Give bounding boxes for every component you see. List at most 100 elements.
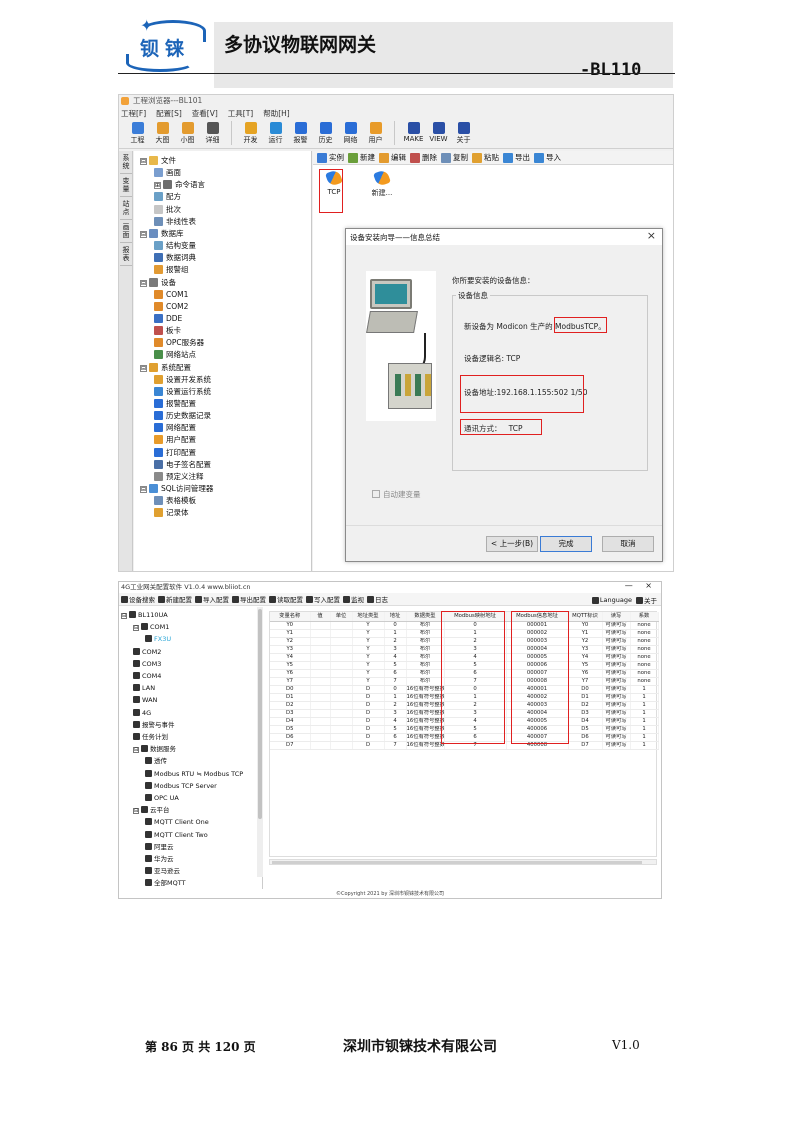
column-header[interactable]: 读写 bbox=[602, 612, 631, 622]
tree-node[interactable]: 网络配置 bbox=[154, 422, 196, 434]
device-toolbar-button[interactable]: 导入 bbox=[534, 152, 561, 163]
config-toolbar-button[interactable]: 日志 bbox=[367, 594, 388, 604]
tree-node[interactable]: 电子签名配置 bbox=[154, 459, 211, 471]
toolbar-button-small[interactable]: 小图 bbox=[175, 121, 200, 145]
auto-var-checkbox[interactable]: 自动建变量 bbox=[372, 489, 421, 500]
config-tree-node[interactable]: 报警与事件 bbox=[133, 720, 175, 731]
config-tree-node[interactable]: MQTT Client Two bbox=[145, 830, 208, 841]
tree-expander-icon[interactable]: ⊞ bbox=[154, 182, 161, 190]
toolbar-button-network[interactable]: 网络 bbox=[338, 121, 363, 145]
tree-node[interactable]: 批次 bbox=[154, 204, 181, 216]
column-header[interactable]: 数据类型 bbox=[406, 612, 445, 622]
tree-node[interactable]: 设置运行系统 bbox=[154, 386, 211, 398]
side-tab[interactable]: 报表 bbox=[120, 246, 132, 266]
menu-item[interactable]: 工程[F] bbox=[121, 108, 146, 119]
tree-node[interactable]: 配方 bbox=[154, 191, 181, 203]
config-tree-node[interactable]: ⊟ COM1 bbox=[133, 622, 169, 633]
side-tab[interactable]: 变量 bbox=[120, 177, 132, 197]
device-new[interactable]: 新建... bbox=[367, 169, 397, 198]
tree-node[interactable]: 结构变量 bbox=[154, 240, 196, 252]
toolbar-button-make[interactable]: MAKE bbox=[401, 121, 426, 143]
tree-expander-icon[interactable]: ⊟ bbox=[133, 747, 139, 754]
config-tree-node[interactable]: OPC UA bbox=[145, 793, 179, 804]
config-tree-node[interactable]: 华为云 bbox=[145, 854, 174, 865]
device-toolbar-button[interactable]: 删除 bbox=[410, 152, 437, 163]
tree-node[interactable]: ⊟ 数据库 bbox=[140, 228, 184, 240]
tree-node[interactable]: 板卡 bbox=[154, 325, 181, 337]
tree-node[interactable]: COM2 bbox=[154, 301, 188, 313]
close-icon[interactable]: × bbox=[647, 229, 656, 242]
config-toolbar-button[interactable]: 读取配置 bbox=[269, 594, 303, 604]
tree-node[interactable]: 预定义注释 bbox=[154, 471, 204, 483]
config-tree-node[interactable]: Modbus TCP Server bbox=[145, 781, 217, 792]
config-tree-node[interactable]: COM3 bbox=[133, 659, 161, 670]
toolbar-button-tools[interactable]: 工程 bbox=[125, 121, 150, 145]
side-tab[interactable]: 系统 bbox=[120, 154, 132, 174]
tree-node[interactable]: ⊟ 文件 bbox=[140, 155, 176, 167]
config-tree-node[interactable]: ⊟ BL110UA bbox=[121, 610, 168, 621]
config-tree-node[interactable]: WAN bbox=[133, 695, 157, 706]
toolbar-button-view[interactable]: VIEW bbox=[426, 121, 451, 143]
config-tree-node[interactable]: 任务计划 bbox=[133, 732, 168, 743]
menu-item[interactable]: 工具[T] bbox=[228, 108, 253, 119]
tree-node[interactable]: 非线性表 bbox=[154, 216, 196, 228]
toolbar-button-detail[interactable]: 详细 bbox=[200, 121, 225, 145]
config-tree-node[interactable]: 4G bbox=[133, 708, 151, 719]
toolbar-button-large[interactable]: 大图 bbox=[150, 121, 175, 145]
column-header[interactable]: 变量名称 bbox=[270, 612, 311, 622]
device-toolbar-button[interactable]: 编辑 bbox=[379, 152, 406, 163]
config-toolbar-button[interactable]: 导入配置 bbox=[195, 594, 229, 604]
toolbar-button-alarm[interactable]: 报警 bbox=[288, 121, 313, 145]
tree-expander-icon[interactable]: ⊟ bbox=[133, 808, 139, 815]
toolbar-button-about[interactable]: 关于 bbox=[451, 121, 476, 145]
tree-node[interactable]: 数据词典 bbox=[154, 252, 196, 264]
device-toolbar-button[interactable]: 新建 bbox=[348, 152, 375, 163]
cancel-button[interactable]: 取消 bbox=[602, 536, 654, 552]
tree-node[interactable]: 画面 bbox=[154, 167, 181, 179]
config-toolbar-button[interactable]: 新建配置 bbox=[158, 594, 192, 604]
tree-node[interactable]: 设置开发系统 bbox=[154, 374, 211, 386]
config-tree-node[interactable]: 阿里云 bbox=[145, 842, 174, 853]
toolbar-button-develop[interactable]: 开发 bbox=[238, 121, 263, 145]
config-toolbar-button[interactable]: 监视 bbox=[343, 594, 364, 604]
tree-node[interactable]: 报警配置 bbox=[154, 398, 196, 410]
window-controls[interactable]: — × bbox=[625, 582, 657, 590]
config-toolbar-button[interactable]: Language bbox=[591, 595, 632, 605]
tree-expander-icon[interactable]: ⊟ bbox=[121, 613, 127, 619]
tree-node[interactable]: DDE bbox=[154, 313, 182, 325]
tree-expander-icon[interactable]: ⊟ bbox=[140, 230, 147, 238]
side-tab[interactable]: 画面 bbox=[120, 223, 132, 243]
config-tree-node[interactable]: FX3U bbox=[145, 634, 171, 645]
config-tree-node[interactable]: 全部MQTT bbox=[145, 878, 186, 889]
config-tree-node[interactable]: ⊟ 云平台 bbox=[133, 805, 170, 816]
column-header[interactable]: 地址类型 bbox=[352, 612, 385, 622]
config-toolbar-button[interactable]: 写入配置 bbox=[306, 594, 340, 604]
tree-scrollbar[interactable] bbox=[257, 607, 263, 877]
tree-node[interactable]: ⊟ 设备 bbox=[140, 277, 176, 289]
column-header[interactable]: 值 bbox=[310, 612, 331, 622]
tree-node[interactable]: ⊞ 命令语言 bbox=[154, 179, 205, 191]
device-toolbar-button[interactable]: 复制 bbox=[441, 152, 468, 163]
config-toolbar-button[interactable]: 导出配置 bbox=[232, 594, 266, 604]
column-header[interactable]: 单位 bbox=[330, 612, 353, 622]
toolbar-button-user[interactable]: 用户 bbox=[363, 121, 388, 145]
config-tree-node[interactable]: COM2 bbox=[133, 647, 161, 658]
device-toolbar-button[interactable]: 粘贴 bbox=[472, 152, 499, 163]
tree-node[interactable]: 报警组 bbox=[154, 264, 189, 276]
grid-scrollbar[interactable] bbox=[269, 859, 657, 865]
menu-item[interactable]: 帮助[H] bbox=[263, 108, 290, 119]
config-tree-node[interactable]: LAN bbox=[133, 683, 155, 694]
config-toolbar-button[interactable]: 关于 bbox=[636, 595, 657, 605]
tree-expander-icon[interactable]: ⊟ bbox=[140, 158, 147, 165]
tree-node[interactable]: 记录体 bbox=[154, 507, 189, 519]
tree-expander-icon[interactable]: ⊟ bbox=[133, 625, 139, 632]
column-header[interactable]: 地址 bbox=[384, 612, 407, 622]
tree-node[interactable]: 表格模板 bbox=[154, 495, 196, 507]
side-tab[interactable]: 站点 bbox=[120, 200, 132, 220]
config-tree-node[interactable]: Modbus RTU ≒ Modbus TCP bbox=[145, 769, 243, 780]
tree-expander-icon[interactable]: ⊟ bbox=[140, 486, 147, 494]
config-tree-node[interactable]: 亚马逊云 bbox=[145, 866, 180, 877]
tree-node[interactable]: OPC服务器 bbox=[154, 337, 204, 349]
config-tree-node[interactable]: MQTT Client One bbox=[145, 817, 209, 828]
config-tree-node[interactable]: COM4 bbox=[133, 671, 161, 682]
